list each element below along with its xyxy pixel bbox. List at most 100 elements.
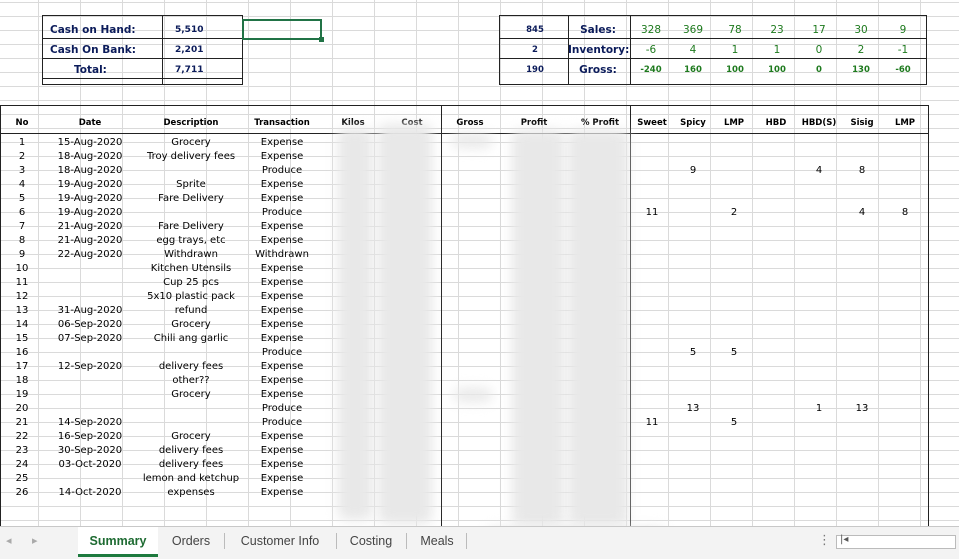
- table-row[interactable]: 12 5x10 plastic pack Expense: [0, 290, 959, 304]
- cell-trans[interactable]: Expense: [242, 234, 322, 248]
- cell-trans[interactable]: Expense: [242, 430, 322, 444]
- selected-cell[interactable]: [242, 19, 324, 42]
- cell-lmp2[interactable]: 8: [883, 206, 927, 220]
- cell-trans[interactable]: Expense: [242, 318, 322, 332]
- cell-no[interactable]: 5: [0, 192, 44, 206]
- cell-sweet[interactable]: 11: [631, 416, 673, 430]
- cell-desc[interactable]: Fare Delivery: [140, 192, 242, 206]
- column-header[interactable]: Description: [140, 118, 242, 128]
- cell-no[interactable]: 19: [0, 388, 44, 402]
- cell-trans[interactable]: Produce: [242, 206, 322, 220]
- cell-no[interactable]: 24: [0, 458, 44, 472]
- table-row[interactable]: 18 other?? Expense: [0, 374, 959, 388]
- cell-date[interactable]: 19-Aug-2020: [44, 206, 136, 220]
- cell-sisig[interactable]: 13: [841, 402, 883, 416]
- cell-desc[interactable]: Fare Delivery: [140, 220, 242, 234]
- cell-desc[interactable]: refund: [140, 304, 242, 318]
- table-row[interactable]: 9 22-Aug-2020 Withdrawn Withdrawn: [0, 248, 959, 262]
- cell-date[interactable]: 22-Aug-2020: [44, 248, 136, 262]
- table-row[interactable]: 17 12-Sep-2020 delivery fees Expense: [0, 360, 959, 374]
- cell-trans[interactable]: Expense: [242, 290, 322, 304]
- cell-lmp[interactable]: 5: [713, 416, 755, 430]
- cell-no[interactable]: 20: [0, 402, 44, 416]
- cell-trans[interactable]: Expense: [242, 304, 322, 318]
- more-options-icon[interactable]: ⋮: [818, 533, 831, 548]
- cell-desc[interactable]: Kitchen Utensils: [140, 262, 242, 276]
- cell-date[interactable]: 19-Aug-2020: [44, 192, 136, 206]
- cell-date[interactable]: 21-Aug-2020: [44, 220, 136, 234]
- cell-date[interactable]: 15-Aug-2020: [44, 136, 136, 150]
- table-row[interactable]: 11 Cup 25 pcs Expense: [0, 276, 959, 290]
- cell-hbds[interactable]: 1: [797, 402, 841, 416]
- table-row[interactable]: 7 21-Aug-2020 Fare Delivery Expense: [0, 220, 959, 234]
- cell-date[interactable]: 21-Aug-2020: [44, 234, 136, 248]
- column-header[interactable]: Transaction: [242, 118, 322, 128]
- cell-no[interactable]: 9: [0, 248, 44, 262]
- cell-no[interactable]: 15: [0, 332, 44, 346]
- cell-sweet[interactable]: 11: [631, 206, 673, 220]
- cell-date[interactable]: 14-Oct-2020: [44, 486, 136, 500]
- cell-no[interactable]: 8: [0, 234, 44, 248]
- cell-no[interactable]: 16: [0, 346, 44, 360]
- tab-meals[interactable]: Meals: [410, 527, 464, 554]
- cell-spicy[interactable]: 5: [673, 346, 713, 360]
- cell-trans[interactable]: Expense: [242, 178, 322, 192]
- cell-desc[interactable]: delivery fees: [140, 360, 242, 374]
- column-header[interactable]: Sisig: [841, 118, 883, 128]
- table-row[interactable]: 6 19-Aug-2020 Produce 11 2 4 8: [0, 206, 959, 220]
- table-row[interactable]: 23 30-Sep-2020 delivery fees Expense: [0, 444, 959, 458]
- cell-no[interactable]: 3: [0, 164, 44, 178]
- table-row[interactable]: 10 Kitchen Utensils Expense: [0, 262, 959, 276]
- cell-no[interactable]: 11: [0, 276, 44, 290]
- cell-trans[interactable]: Expense: [242, 136, 322, 150]
- tab-costing[interactable]: Costing: [340, 527, 402, 554]
- table-row[interactable]: 16 Produce 5 5: [0, 346, 959, 360]
- cell-trans[interactable]: Expense: [242, 388, 322, 402]
- cell-desc[interactable]: Chili ang garlic: [140, 332, 242, 346]
- tab-customer-info[interactable]: Customer Info: [228, 527, 332, 554]
- column-header[interactable]: LMP: [713, 118, 755, 128]
- table-row[interactable]: 25 lemon and ketchup Expense: [0, 472, 959, 486]
- cell-trans[interactable]: Produce: [242, 164, 322, 178]
- column-header[interactable]: HBD: [755, 118, 797, 128]
- column-header[interactable]: % Profit: [569, 118, 631, 128]
- cell-desc[interactable]: Grocery: [140, 136, 242, 150]
- cell-trans[interactable]: Expense: [242, 486, 322, 500]
- cell-trans[interactable]: Expense: [242, 360, 322, 374]
- cell-date[interactable]: 16-Sep-2020: [44, 430, 136, 444]
- cell-trans[interactable]: Produce: [242, 346, 322, 360]
- next-sheet-icon[interactable]: ▸: [32, 534, 38, 547]
- cell-trans[interactable]: Expense: [242, 472, 322, 486]
- table-row[interactable]: 22 16-Sep-2020 Grocery Expense: [0, 430, 959, 444]
- cell-desc[interactable]: Grocery: [140, 318, 242, 332]
- column-header[interactable]: Date: [44, 118, 136, 128]
- cell-no[interactable]: 22: [0, 430, 44, 444]
- column-header[interactable]: Gross: [441, 118, 499, 128]
- table-row[interactable]: 14 06-Sep-2020 Grocery Expense: [0, 318, 959, 332]
- scroll-left-icon[interactable]: |◂: [840, 534, 848, 545]
- cell-trans[interactable]: Expense: [242, 192, 322, 206]
- table-row[interactable]: 24 03-Oct-2020 delivery fees Expense: [0, 458, 959, 472]
- table-row[interactable]: 5 19-Aug-2020 Fare Delivery Expense: [0, 192, 959, 206]
- cell-trans[interactable]: Produce: [242, 416, 322, 430]
- cell-date[interactable]: 18-Aug-2020: [44, 164, 136, 178]
- cell-desc[interactable]: lemon and ketchup: [140, 472, 242, 486]
- cell-hbds[interactable]: 4: [797, 164, 841, 178]
- table-row[interactable]: 26 14-Oct-2020 expenses Expense: [0, 486, 959, 500]
- cell-no[interactable]: 12: [0, 290, 44, 304]
- cell-trans[interactable]: Expense: [242, 444, 322, 458]
- cell-no[interactable]: 25: [0, 472, 44, 486]
- cell-trans[interactable]: Expense: [242, 374, 322, 388]
- cell-trans[interactable]: Expense: [242, 458, 322, 472]
- table-row[interactable]: 20 Produce 13 1 13: [0, 402, 959, 416]
- cell-no[interactable]: 7: [0, 220, 44, 234]
- cell-no[interactable]: 2: [0, 150, 44, 164]
- cell-desc[interactable]: expenses: [140, 486, 242, 500]
- cell-lmp[interactable]: 2: [713, 206, 755, 220]
- cell-trans[interactable]: Expense: [242, 220, 322, 234]
- cell-desc[interactable]: Troy delivery fees: [140, 150, 242, 164]
- cell-lmp[interactable]: 5: [713, 346, 755, 360]
- table-row[interactable]: 21 14-Sep-2020 Produce 11 5: [0, 416, 959, 430]
- table-row[interactable]: 8 21-Aug-2020 egg trays, etc Expense: [0, 234, 959, 248]
- cell-date[interactable]: 12-Sep-2020: [44, 360, 136, 374]
